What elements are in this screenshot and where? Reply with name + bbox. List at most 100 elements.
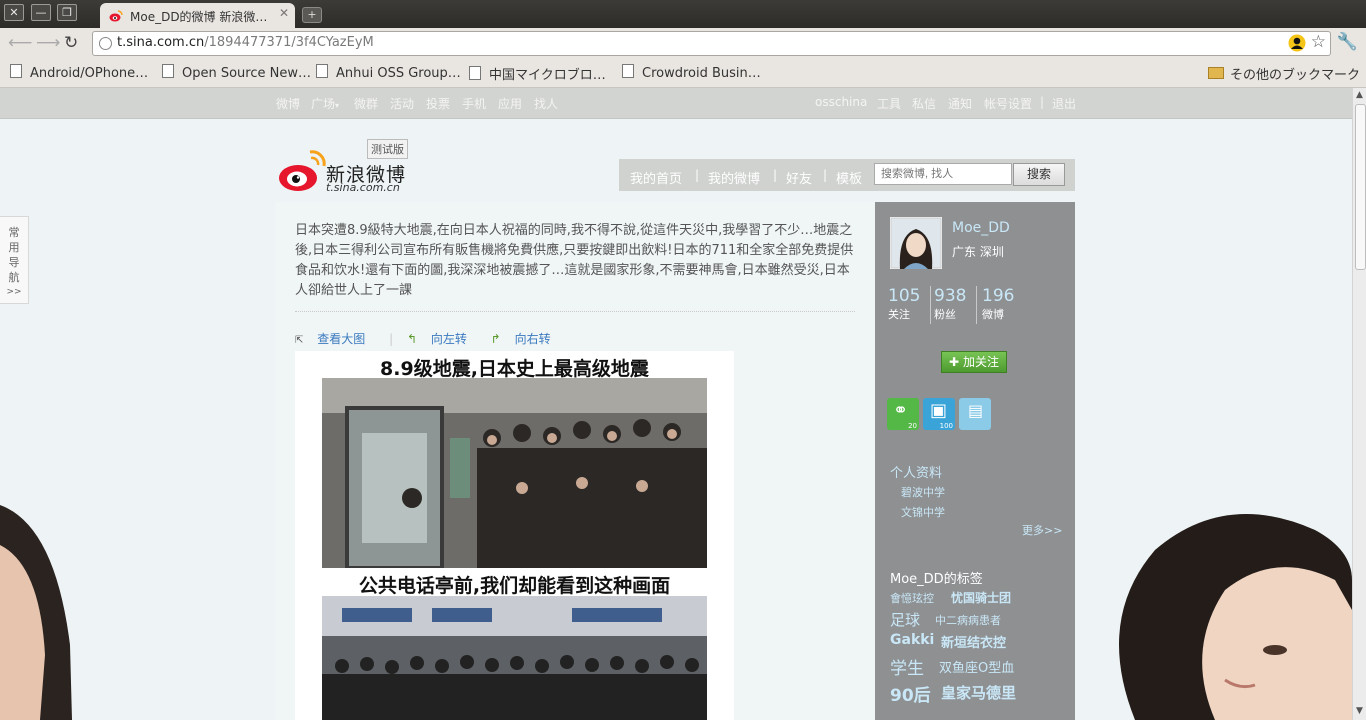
nav-separator: | (695, 168, 700, 182)
topnav-votes[interactable]: 投票 (426, 95, 450, 112)
bookmark-item[interactable]: Open Source New… (162, 64, 311, 81)
caret-down-icon: ▾ (335, 101, 340, 110)
quick-nav-more: >> (6, 287, 22, 297)
browser-tab[interactable]: Moe_DD的微博 新浪微… ✕ (100, 3, 295, 28)
bookmark-item[interactable]: Anhui OSS Group… (316, 64, 461, 81)
page-icon (10, 64, 22, 78)
tag-item[interactable]: 90后 (890, 681, 931, 706)
window-close-icon[interactable]: ✕ (4, 4, 24, 21)
bookmark-item[interactable]: 中国マイクロブロ… (469, 64, 606, 83)
view-large-link[interactable]: ⇱ 查看大图 (295, 332, 375, 346)
topnav-username[interactable]: osschina (815, 95, 867, 109)
stat-posts[interactable]: 196 微博 (982, 286, 1014, 322)
search-button[interactable]: 搜索 (1013, 163, 1065, 186)
profile-location: 广东 深圳 (952, 245, 1004, 259)
tags-heading: Moe_DD的标签 (890, 572, 983, 587)
bookmark-item[interactable]: Android/OPhone… (10, 64, 148, 81)
topnav-divider: | (1040, 95, 1045, 109)
tag-item[interactable]: 會憶玹控 (890, 590, 934, 606)
topnav-find-people[interactable]: 找人 (534, 95, 558, 112)
tab-close-icon[interactable]: ✕ (279, 6, 289, 20)
bookmark-star-icon[interactable]: ☆ (1311, 32, 1326, 52)
extension-icon[interactable] (1288, 34, 1306, 52)
nav-my-home[interactable]: 我的首页 (630, 168, 682, 187)
page-scrollbar[interactable]: ▲ ▼ (1352, 88, 1366, 720)
nav-templates[interactable]: 模板 (836, 168, 862, 187)
rotate-left-link[interactable]: ↰ 向左转 (407, 332, 477, 346)
stat-following-value: 105 (888, 286, 921, 306)
window-restore-icon[interactable]: ❐ (57, 4, 77, 21)
forward-arrow-icon[interactable]: ⟶ (36, 33, 60, 53)
badge-icon[interactable]: ▣ 100 (923, 398, 955, 430)
scroll-up-icon[interactable]: ▲ (1356, 90, 1363, 100)
topnav-messages[interactable]: 私信 (912, 95, 936, 112)
bookmark-item[interactable]: Crowdroid Busin… (622, 64, 761, 81)
rotate-right-link[interactable]: ↱ 向右转 (491, 332, 561, 346)
new-tab-icon[interactable]: + (302, 7, 322, 23)
topnav-account-settings[interactable]: 帐号设置 (984, 95, 1032, 112)
badge-icon[interactable]: ⚭ 20 (887, 398, 919, 430)
topnav-mobile[interactable]: 手机 (462, 95, 486, 112)
reload-icon[interactable]: ↻ (64, 33, 78, 53)
follow-button[interactable]: ✚ 加关注 (941, 351, 1007, 373)
page-icon (622, 64, 634, 78)
post-text: 日本突遭8.9級特大地震,在向日本人祝福的同時,我不得不說,從這件天災中,我學習… (295, 223, 854, 298)
image-caption-mid: 公共电话亭前,我们却能看到这种画面 (358, 575, 671, 597)
other-bookmarks[interactable]: その他のブックマーク (1208, 64, 1360, 83)
topnav-notifications[interactable]: 通知 (948, 95, 972, 112)
stat-followers-value: 938 (934, 286, 967, 306)
badge-icon[interactable]: ▤ (959, 398, 991, 430)
search-input[interactable] (874, 163, 1012, 185)
tag-item[interactable]: 学生 (890, 654, 924, 679)
post-image[interactable]: 8.9级地震,日本史上最高级地震 公共电话亭前,我们却能看到这种画面 (295, 351, 734, 720)
profile-name[interactable]: Moe_DD (952, 220, 1010, 236)
globe-icon (99, 37, 112, 50)
phone-badge-icon: ▤ (968, 401, 984, 420)
browser-titlebar: ✕ — ❐ Moe_DD的微博 新浪微… ✕ + (0, 0, 1366, 28)
stat-following[interactable]: 105 关注 (888, 286, 920, 322)
nav-friends[interactable]: 好友 (786, 168, 812, 187)
divider (295, 311, 855, 312)
stat-following-label: 关注 (888, 308, 910, 321)
window-minimize-icon[interactable]: — (31, 4, 51, 21)
tag-item[interactable]: Gakki (890, 632, 934, 648)
nav-my-weibo[interactable]: 我的微博 (708, 168, 760, 187)
topnav-events[interactable]: 活动 (390, 95, 414, 112)
profile-info-heading: 个人资料 (890, 466, 943, 481)
topnav-tools[interactable]: 工具 (877, 95, 901, 112)
tag-item[interactable]: 忧国骑士团 (951, 589, 1011, 606)
topnav-weibo[interactable]: 微博 (276, 95, 300, 112)
quick-nav-tab[interactable]: 常用导航 >> (0, 216, 29, 304)
tag-item[interactable]: 双鱼座O型血 (939, 657, 1014, 676)
stat-posts-value: 196 (982, 286, 1015, 306)
scroll-down-icon[interactable]: ▼ (1356, 706, 1363, 716)
address-bar[interactable]: t.sina.com.cn/1894477371/3f4CYazEyM ☆ (92, 31, 1331, 56)
scrollbar-thumb[interactable] (1355, 104, 1366, 270)
school-item[interactable]: 碧波中学 (901, 484, 945, 500)
tag-item[interactable]: 皇家马德里 (941, 682, 1016, 703)
tag-item[interactable]: 中二病病患者 (935, 612, 1001, 628)
rotate-left-icon: ↰ (406, 332, 417, 346)
photo-station-crowd (322, 596, 707, 720)
bookmarks-bar: Android/OPhone… Open Source New… Anhui O… (0, 59, 1366, 88)
back-arrow-icon[interactable]: ⟵ (8, 33, 32, 53)
more-link[interactable]: 更多>> (1022, 522, 1062, 538)
topnav-square[interactable]: 广场▾ (311, 95, 339, 112)
rotate-right-icon: ↱ (490, 332, 501, 346)
school-item[interactable]: 文锦中学 (901, 504, 945, 520)
wrench-menu-icon[interactable]: 🔧 (1337, 32, 1358, 52)
browser-toolbar: ⟵ ⟶ ↻ t.sina.com.cn/1894477371/3f4CYazEy… (0, 28, 1366, 59)
avatar[interactable] (890, 217, 942, 269)
topnav-logout[interactable]: 退出 (1052, 95, 1076, 112)
topnav-apps[interactable]: 应用 (498, 95, 522, 112)
nav-separator: | (823, 168, 828, 182)
badge-count: 20 (908, 422, 917, 430)
tool-divider: | (389, 332, 394, 346)
stat-followers[interactable]: 938 粉丝 (934, 286, 966, 322)
tag-item[interactable]: 新垣结衣控 (941, 632, 1006, 651)
tag-item[interactable]: 足球 (890, 609, 920, 630)
url-text: t.sina.com.cn/1894477371/3f4CYazEyM (117, 35, 374, 50)
page-icon (316, 64, 328, 78)
main-content: 日本突遭8.9級特大地震,在向日本人祝福的同時,我不得不說,從這件天災中,我學習… (275, 202, 875, 720)
topnav-groups[interactable]: 微群 (354, 95, 378, 112)
